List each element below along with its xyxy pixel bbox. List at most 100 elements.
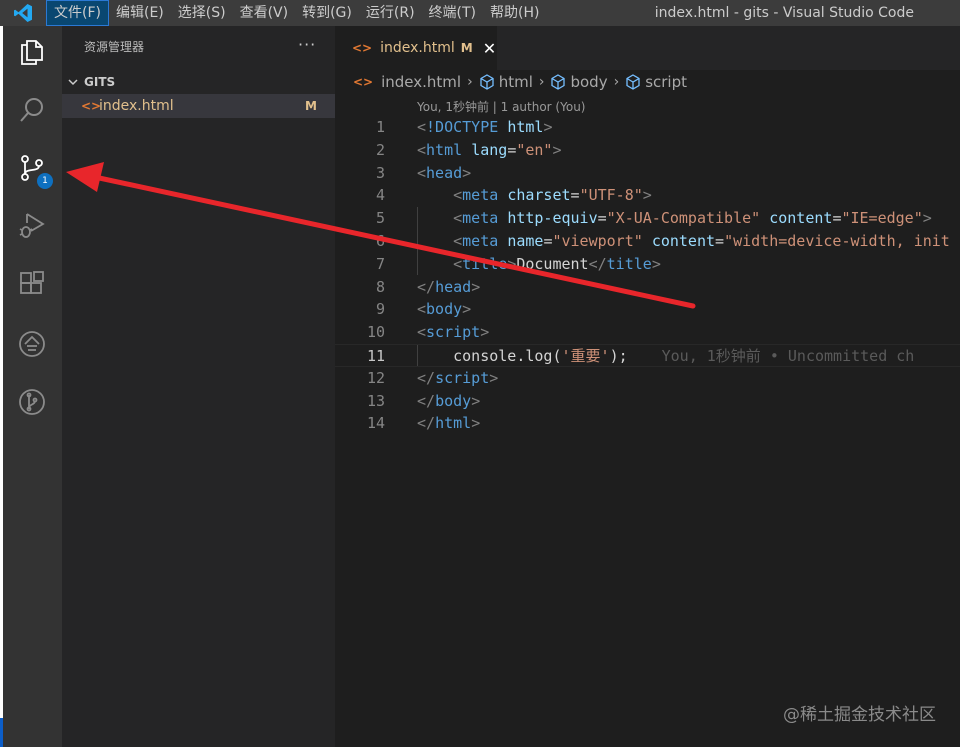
line-text: </head> [417,276,480,299]
code-token: title [462,254,508,273]
code-editor[interactable]: 1 <!DOCTYPE html> 2 <html lang="en"> 3 <head>… [335,116,960,435]
line-text: </html> [417,412,480,435]
code-token: > [471,391,481,410]
code-token: > [462,300,472,319]
code-token: </ [417,277,436,296]
code-token: = [570,186,580,205]
line-text: <title>Document</title> [417,253,661,276]
symbol-element-icon [551,74,566,90]
workspace-section-title: GITS [84,75,116,89]
code-lines: 1 <!DOCTYPE html> 2 <html lang="en"> 3 <head>… [335,116,960,435]
line-number: 6 [375,231,385,250]
code-token: !DOCTYPE [426,118,508,136]
breadcrumb: <> index.html › html › body › script [335,70,960,94]
editor-group: <> index.html M ✕ <> index.html › html ›… [335,26,960,747]
breadcrumb-label: body [570,73,608,91]
code-token: script [435,368,490,387]
activity-bar: 1 [0,26,62,747]
line-text: <meta name="viewport" content="width=dev… [417,230,950,253]
code-token: < [453,186,463,205]
file-item-index-html[interactable]: <> index.html M [62,94,335,118]
workspace-section-header[interactable]: GITS [62,72,335,92]
git-status-modified: M [305,99,317,113]
extensions-icon[interactable] [6,258,58,310]
search-icon[interactable] [6,84,58,136]
files-icon[interactable] [6,26,58,78]
code-token: script [426,323,481,342]
activity-bar-edge [0,26,3,747]
vscode-logo-icon[interactable] [0,0,46,26]
breadcrumb-item-body[interactable]: body [550,73,608,91]
sidebar-title: 资源管理器 [84,40,145,54]
code-token: html [507,118,544,136]
chevron-right-icon: › [467,74,473,90]
code-line: 7 <title>Document</title> [335,253,960,276]
explorer-sidebar: 资源管理器 ··· GITS <> index.html M [62,26,335,747]
code-line: 2 <html lang="en"> [335,139,960,162]
code-token: < [417,163,427,182]
close-icon[interactable]: ✕ [483,39,496,58]
code-token: ); [609,346,628,365]
code-line: 12 </script> [335,367,960,390]
code-token: < [417,300,427,319]
menu-item[interactable]: 选择(S) [171,0,233,26]
line-number: 10 [366,323,385,342]
code-line: 14 </html> [335,412,960,435]
line-number: 9 [375,300,385,319]
breadcrumb-item-file[interactable]: index.html [381,73,461,91]
code-token: Document [516,254,589,273]
code-line: 8 </head> [335,276,960,299]
code-token: head [435,277,472,296]
code-token: "UTF-8" [579,186,643,205]
breadcrumb-item-script[interactable]: script [625,73,687,91]
git-graph-icon[interactable] [6,376,58,428]
menu-item[interactable]: 终端(T) [422,0,483,26]
code-token: > [543,118,553,136]
watermark: @稀土掘金技术社区 [783,705,936,725]
code-line: 5 <meta http-equiv="X-UA-Compatible" con… [335,207,960,230]
line-number: 13 [366,391,385,410]
menu-bar: 文件(F) 编辑(E) 选择(S) 查看(V) 转到(G) 运行(R) 终端(T) 帮助(H)… [0,0,960,26]
source-control-icon[interactable]: 1 [6,142,58,194]
more-actions-button[interactable]: ··· [298,35,316,54]
code-token: console.log( [417,346,562,365]
code-token: </ [588,254,607,273]
code-line: 10 <script> [335,321,960,344]
code-token: body [426,300,463,319]
code-token: "X-UA-Compatible" [606,209,770,228]
code-token: content [769,209,833,228]
code-line: 3 <head> [335,162,960,185]
tab-bar: <> index.html M ✕ [335,26,960,70]
code-token: charset [507,186,571,205]
code-token: name [507,231,544,250]
code-token: > [489,368,499,387]
menu-item[interactable]: 运行(R) [359,0,422,26]
code-token: > [480,323,490,342]
code-token: = [597,209,607,228]
menu-item[interactable]: 文件(F) [46,0,109,26]
html-file-icon: <> [81,99,102,113]
remote-explorer-icon[interactable] [6,318,58,370]
line-number: 1 [375,118,385,136]
chevron-right-icon: › [538,74,545,90]
code-token: > [552,140,562,159]
line-text: <body> [417,298,471,321]
code-token: < [417,323,427,342]
git-blame-codelens[interactable]: You, 1秒钟前 | 1 author (You) [417,98,585,115]
breadcrumb-item-html[interactable]: html [479,73,533,91]
breadcrumb-label: script [645,73,688,91]
code-token: > [507,254,517,273]
menu-item[interactable]: 编辑(E) [109,0,171,26]
source-control-badge: 1 [37,173,53,189]
menu-item[interactable]: 转到(G) [295,0,359,26]
code-token: < [453,209,463,228]
menu-item[interactable]: 查看(V) [233,0,296,26]
menu-item[interactable]: 帮助(H) [483,0,546,26]
run-debug-icon[interactable] [6,200,58,252]
tab-index-html[interactable]: <> index.html M ✕ [335,26,497,70]
code-token: = [715,231,725,250]
chevron-down-icon [62,76,84,88]
